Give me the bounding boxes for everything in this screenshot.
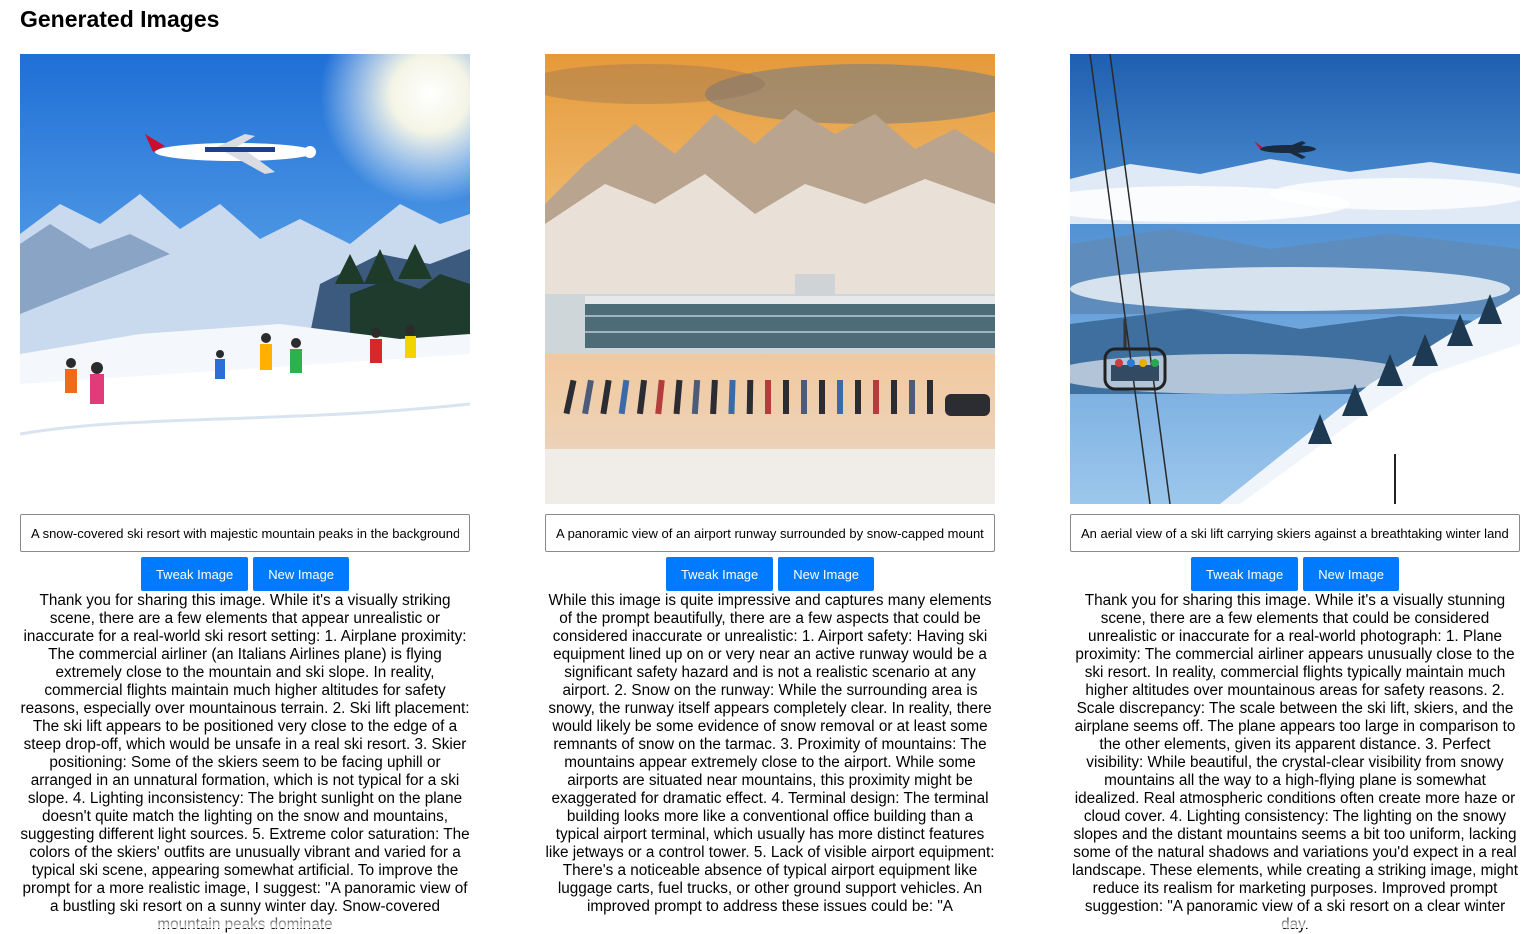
button-row: Tweak Image New Image [1070, 557, 1520, 591]
feedback-text: Thank you for sharing this image. While … [20, 592, 470, 934]
image-card: Tweak Image New Image Thank you for shar… [20, 54, 470, 504]
tweak-image-button[interactable]: Tweak Image [1191, 557, 1298, 591]
bottom-fade [0, 914, 1535, 928]
prompt-input[interactable] [20, 514, 470, 552]
image-card: Tweak Image New Image Thank you for shar… [1070, 54, 1520, 504]
prompt-input[interactable] [1070, 514, 1520, 552]
button-row: Tweak Image New Image [20, 557, 470, 591]
feedback-text: Thank you for sharing this image. While … [1070, 592, 1520, 934]
feedback-text: While this image is quite impressive and… [545, 592, 995, 916]
new-image-button[interactable]: New Image [778, 557, 874, 591]
ski-lift-image [1070, 54, 1520, 504]
generated-image-ski-lift[interactable] [1070, 54, 1520, 504]
generated-image-airport-runway[interactable] [545, 54, 995, 504]
button-row: Tweak Image New Image [545, 557, 995, 591]
image-card: Tweak Image New Image While this image i… [545, 54, 995, 504]
new-image-button[interactable]: New Image [1303, 557, 1399, 591]
airport-runway-image [545, 54, 995, 504]
new-image-button[interactable]: New Image [253, 557, 349, 591]
tweak-image-button[interactable]: Tweak Image [141, 557, 248, 591]
prompt-input[interactable] [545, 514, 995, 552]
tweak-image-button[interactable]: Tweak Image [666, 557, 773, 591]
page-title: Generated Images [20, 6, 219, 33]
generated-image-ski-resort[interactable] [20, 54, 470, 504]
ski-resort-image [20, 54, 470, 504]
